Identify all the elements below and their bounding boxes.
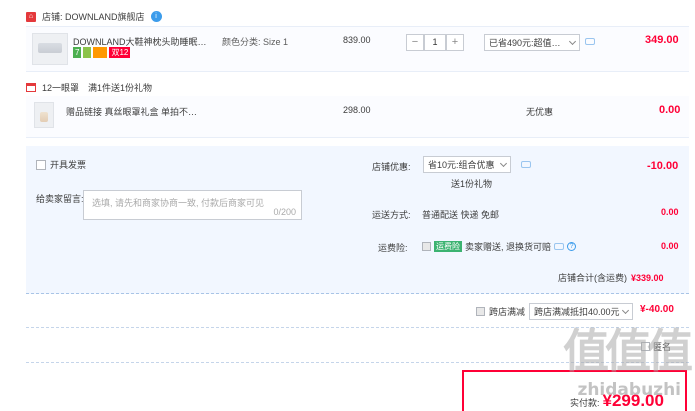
quantity-stepper: − 1 +	[406, 34, 464, 51]
chevron-down-icon	[621, 306, 630, 314]
order-options-panel: 开具发票 给卖家留言: 选填, 请先和商家协商一致, 付款后商家可见 0/200…	[26, 146, 689, 294]
gift-unit-price: 298.00	[343, 105, 371, 115]
gift-icon	[26, 83, 36, 92]
gift-thumbnail[interactable]	[34, 102, 54, 128]
double12-badge: 双12	[109, 47, 131, 59]
product-spec: 颜色分类: Size 1	[222, 37, 289, 47]
shop-icon: ⌂	[26, 11, 36, 22]
shop-coupon-select[interactable]: 省10元:组合优惠	[423, 156, 511, 173]
chevron-down-icon	[499, 159, 508, 167]
quantity-input[interactable]: 1	[424, 34, 446, 51]
comment-icon[interactable]	[521, 161, 531, 168]
help-icon[interactable]: ?	[567, 242, 577, 251]
cross-store-checkbox[interactable]	[476, 307, 485, 316]
delivery-method: 普通配送 快递 免邮	[422, 210, 500, 220]
insurance-amount: 0.00	[661, 241, 679, 251]
gift-title[interactable]: 赠品链接 真丝眼罩礼盒 单拍不…	[66, 105, 197, 118]
cross-store-amount: ¥-40.00	[640, 304, 674, 315]
decrement-button[interactable]: −	[406, 34, 424, 51]
insurance-text: 卖家赠送, 退换货可赔	[465, 242, 552, 252]
cross-store-discount: 跨店满减 跨店满减抵扣40.00元	[476, 303, 634, 320]
insurance-chip: 运费险	[434, 241, 462, 252]
comment-icon[interactable]	[585, 38, 595, 45]
watermark-text: zhidabuzhi	[577, 380, 681, 400]
cross-store-value: 跨店满减抵扣40.00元	[534, 307, 620, 317]
shop-header: ⌂ 店铺: DOWNLAND旗舰店 i	[26, 10, 162, 23]
delivery-amount: 0.00	[661, 207, 679, 217]
shop-total: 店铺合计(含运费) ¥339.00	[558, 271, 664, 284]
product-thumbnail[interactable]	[32, 33, 68, 65]
card-payment-badge	[93, 47, 108, 59]
cross-store-label: 跨店满减	[489, 307, 526, 317]
shop-name[interactable]: 店铺: DOWNLAND旗舰店	[42, 10, 145, 23]
shop-total-amount: ¥339.00	[631, 273, 664, 283]
message-label: 给卖家留言:	[36, 194, 84, 204]
invoice-label: 开具发票	[50, 160, 87, 170]
service-badge-icon	[83, 47, 92, 59]
shop-total-label: 店铺合计(含运费)	[558, 273, 627, 283]
unit-price: 839.00	[343, 35, 371, 45]
cart-item-row: DOWNLAND大鞋神枕头助睡眠… 颜色分类: Size 1 7 双12 839.…	[26, 26, 689, 72]
gift-promo-header: 12一眼罩 满1件送1份礼物	[26, 81, 152, 94]
insurance-label: 运费险:	[378, 243, 408, 253]
watermark-logo: 值值值	[563, 324, 693, 378]
insurance-info: 运费险 卖家赠送, 退换货可赔 ?	[422, 240, 577, 253]
shop-coupon-value: 省10元:组合优惠	[428, 160, 495, 170]
comment-icon[interactable]	[554, 243, 565, 250]
chevron-down-icon	[568, 37, 577, 45]
gift-item-row: 赠品链接 真丝眼罩礼盒 单拍不… 298.00 无优惠 0.00	[26, 96, 689, 138]
cross-store-select[interactable]: 跨店满减抵扣40.00元	[529, 303, 634, 320]
insurance-checkbox[interactable]	[422, 242, 431, 251]
increment-button[interactable]: +	[446, 34, 464, 51]
item-discount-value: 已省490元:超值…	[489, 38, 561, 48]
message-counter: 0/200	[273, 207, 296, 217]
invoice-checkbox[interactable]	[36, 159, 46, 170]
gift-promo-text: 12一眼罩 满1件送1份礼物	[42, 83, 153, 93]
gift-subtotal: 0.00	[659, 104, 681, 116]
shop-coupon-gift-note: 送1份礼物	[451, 179, 493, 189]
product-badges: 7 双12	[73, 47, 132, 59]
shop-coupon-amount: -10.00	[647, 160, 679, 172]
message-placeholder: 选填, 请先和商家协商一致, 付款后商家可见	[92, 198, 265, 208]
shop-coupon-label: 店铺优惠:	[372, 162, 411, 172]
invoice-option[interactable]: 开具发票	[36, 158, 86, 171]
wangwang-chat-icon[interactable]: i	[150, 11, 162, 22]
gift-promo: 无优惠	[526, 107, 554, 117]
seller-message-input[interactable]: 选填, 请先和商家协商一致, 付款后商家可见 0/200	[83, 190, 302, 220]
delivery-label: 运送方式:	[372, 210, 411, 220]
service-badge-7day: 7	[73, 47, 82, 59]
item-discount-select[interactable]: 已省490元:超值…	[484, 34, 580, 51]
item-subtotal: 349.00	[645, 34, 679, 46]
